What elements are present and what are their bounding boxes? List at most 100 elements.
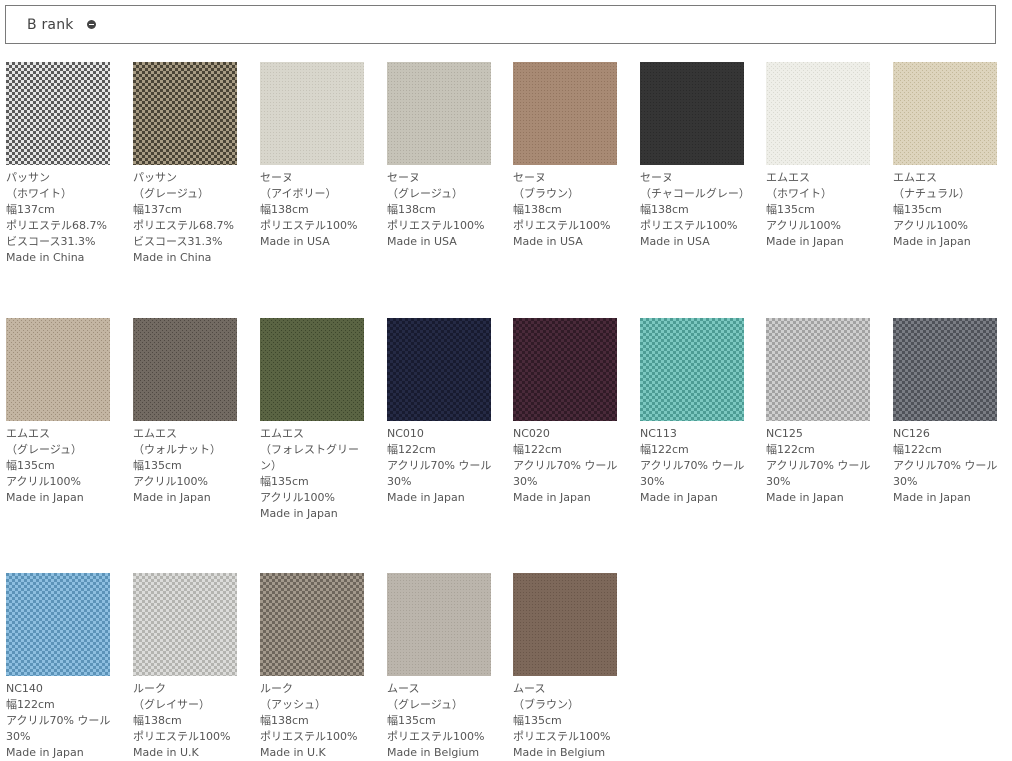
fabric-width: 幅122cm — [6, 698, 55, 711]
fabric-swatch[interactable]: NC010 幅122cm アクリル70% ウール30% Made in Japan — [387, 318, 491, 506]
fabric-swatch-image[interactable] — [640, 318, 744, 421]
fabric-material: アクリル100% — [893, 219, 968, 232]
fabric-color: （ウォルナット） — [133, 443, 221, 456]
fabric-origin: Made in China — [133, 251, 212, 264]
fabric-swatch-image[interactable] — [387, 62, 491, 165]
fabric-swatch-details: ルーク （グレイサー） 幅138cm ポリエステル100% Made in U.K — [133, 681, 245, 761]
fabric-swatch[interactable]: エムエス （グレージュ） 幅135cm アクリル100% Made in Japan — [6, 318, 110, 506]
fabric-swatch[interactable]: エムエス （フォレストグリーン） 幅135cm アクリル100% Made in Jap… — [260, 318, 364, 522]
fabric-swatch[interactable]: NC125 幅122cm アクリル70% ウール30% Made in Japan — [766, 318, 870, 506]
fabric-swatch[interactable]: NC020 幅122cm アクリル70% ウール30% Made in Japan — [513, 318, 617, 506]
fabric-material: ポリエステル100% — [513, 730, 611, 743]
fabric-swatch[interactable]: パッサン （ホワイト） 幅137cm ポリエステル68.7% ビスコース31.3% Ma… — [6, 62, 110, 266]
fabric-width: 幅137cm — [133, 203, 182, 216]
fabric-swatch[interactable]: NC140 幅122cm アクリル70% ウール30% Made in Japan — [6, 573, 110, 761]
fabric-swatch-image[interactable] — [513, 62, 617, 165]
fabric-name: セーヌ — [260, 171, 293, 184]
fabric-width: 幅135cm — [133, 459, 182, 472]
fabric-swatch[interactable]: エムエス （ウォルナット） 幅135cm アクリル100% Made in Japan — [133, 318, 237, 506]
fabric-swatch[interactable]: NC113 幅122cm アクリル70% ウール30% Made in Japan — [640, 318, 744, 506]
fabric-swatch-image[interactable] — [260, 573, 364, 676]
fabric-origin: Made in Japan — [6, 746, 84, 759]
fabric-origin: Made in USA — [387, 235, 457, 248]
fabric-origin: Made in Japan — [766, 491, 844, 504]
fabric-width: 幅122cm — [766, 443, 815, 456]
fabric-swatch-image[interactable] — [893, 318, 997, 421]
fabric-swatch[interactable]: パッサン （グレージュ） 幅137cm ポリエステル68.7% ビスコース31.3% M… — [133, 62, 237, 266]
fabric-swatch[interactable]: セーヌ （ブラウン） 幅138cm ポリエステル100% Made in USA — [513, 62, 617, 250]
fabric-material: アクリル100% — [6, 475, 81, 488]
rank-section-header[interactable]: B rank — [5, 5, 996, 44]
fabric-name: セーヌ — [513, 171, 546, 184]
fabric-origin: Made in Belgium — [513, 746, 606, 759]
fabric-swatch-image[interactable] — [133, 573, 237, 676]
fabric-width: 幅137cm — [6, 203, 55, 216]
fabric-material: ポリエステル100% — [133, 730, 231, 743]
fabric-swatch-details: セーヌ （アイボリー） 幅138cm ポリエステル100% Made in USA — [260, 170, 372, 250]
fabric-swatch[interactable]: セーヌ （グレージュ） 幅138cm ポリエステル100% Made in USA — [387, 62, 491, 250]
fabric-material: ポリエステル68.7% ビスコース31.3% — [6, 219, 107, 248]
fabric-name: NC113 — [640, 427, 677, 440]
fabric-color: （グレージュ） — [387, 187, 464, 200]
fabric-swatch-details: パッサン （グレージュ） 幅137cm ポリエステル68.7% ビスコース31.3% M… — [133, 170, 245, 266]
fabric-swatch-details: NC113 幅122cm アクリル70% ウール30% Made in Japan — [640, 426, 752, 506]
fabric-swatch-image[interactable] — [640, 62, 744, 165]
fabric-swatch-image[interactable] — [133, 318, 237, 421]
fabric-swatch[interactable]: ムース （ブラウン） 幅135cm ポリエステル100% Made in Belgium — [513, 573, 617, 761]
fabric-swatch-image[interactable] — [387, 573, 491, 676]
fabric-swatch-image[interactable] — [387, 318, 491, 421]
fabric-swatch-image[interactable] — [766, 318, 870, 421]
fabric-swatch[interactable]: NC126 幅122cm アクリル70% ウール30% Made in Japan — [893, 318, 997, 506]
fabric-swatch-image[interactable] — [893, 62, 997, 165]
fabric-swatch[interactable]: ルーク （アッシュ） 幅138cm ポリエステル100% Made in U.K — [260, 573, 364, 761]
fabric-swatch-details: パッサン （ホワイト） 幅137cm ポリエステル68.7% ビスコース31.3% Ma… — [6, 170, 118, 266]
fabric-width: 幅135cm — [766, 203, 815, 216]
fabric-width: 幅138cm — [133, 714, 182, 727]
fabric-swatch[interactable]: セーヌ （アイボリー） 幅138cm ポリエステル100% Made in USA — [260, 62, 364, 250]
fabric-swatch-image[interactable] — [513, 318, 617, 421]
fabric-name: エムエス — [6, 427, 50, 440]
fabric-color: （ホワイト） — [766, 187, 832, 200]
fabric-swatch[interactable]: エムエス （ナチュラル） 幅135cm アクリル100% Made in Japan — [893, 62, 997, 250]
fabric-swatch-details: ルーク （アッシュ） 幅138cm ポリエステル100% Made in U.K — [260, 681, 372, 761]
fabric-swatch[interactable]: ルーク （グレイサー） 幅138cm ポリエステル100% Made in U.K — [133, 573, 237, 761]
fabric-swatch-image[interactable] — [6, 318, 110, 421]
fabric-origin: Made in Japan — [513, 491, 591, 504]
fabric-swatch-image[interactable] — [133, 62, 237, 165]
fabric-swatch[interactable]: エムエス （ホワイト） 幅135cm アクリル100% Made in Japan — [766, 62, 870, 250]
fabric-color: （フォレストグリーン） — [260, 443, 359, 472]
fabric-name: エムエス — [260, 427, 304, 440]
fabric-origin: Made in Japan — [387, 491, 465, 504]
fabric-material: ポリエステル100% — [387, 730, 485, 743]
fabric-material: ポリエステル100% — [260, 219, 358, 232]
fabric-color: （ブラウン） — [513, 187, 579, 200]
fabric-swatch-details: セーヌ （ブラウン） 幅138cm ポリエステル100% Made in USA — [513, 170, 625, 250]
minus-circle-icon[interactable] — [86, 20, 96, 29]
fabric-name: NC140 — [6, 682, 43, 695]
fabric-swatch-image[interactable] — [6, 573, 110, 676]
fabric-swatch[interactable]: ムース （グレージュ） 幅135cm ポリエステル100% Made in Belgiu… — [387, 573, 491, 761]
fabric-name: エムエス — [133, 427, 177, 440]
fabric-origin: Made in U.K — [260, 746, 326, 759]
fabric-width: 幅135cm — [260, 475, 309, 488]
fabric-origin: Made in Japan — [133, 491, 211, 504]
fabric-swatch-image[interactable] — [6, 62, 110, 165]
fabric-swatch-details: NC010 幅122cm アクリル70% ウール30% Made in Japan — [387, 426, 499, 506]
fabric-material: ポリエステル100% — [387, 219, 485, 232]
fabric-name: NC126 — [893, 427, 930, 440]
fabric-swatch-image[interactable] — [513, 573, 617, 676]
fabric-width: 幅122cm — [893, 443, 942, 456]
fabric-swatch-details: ムース （ブラウン） 幅135cm ポリエステル100% Made in Belgium — [513, 681, 625, 761]
fabric-origin: Made in USA — [640, 235, 710, 248]
fabric-swatch-image[interactable] — [260, 62, 364, 165]
fabric-material: ポリエステル100% — [640, 219, 738, 232]
fabric-origin: Made in USA — [260, 235, 330, 248]
fabric-swatch[interactable]: セーヌ （チャコールグレー） 幅138cm ポリエステル100% Made in USA — [640, 62, 750, 250]
fabric-name: エムエス — [893, 171, 937, 184]
fabric-swatch-image[interactable] — [766, 62, 870, 165]
fabric-origin: Made in Belgium — [387, 746, 480, 759]
fabric-material: ポリエステル100% — [260, 730, 358, 743]
fabric-color: （グレージュ） — [6, 443, 83, 456]
fabric-swatch-image[interactable] — [260, 318, 364, 421]
fabric-name: ルーク — [133, 682, 166, 695]
